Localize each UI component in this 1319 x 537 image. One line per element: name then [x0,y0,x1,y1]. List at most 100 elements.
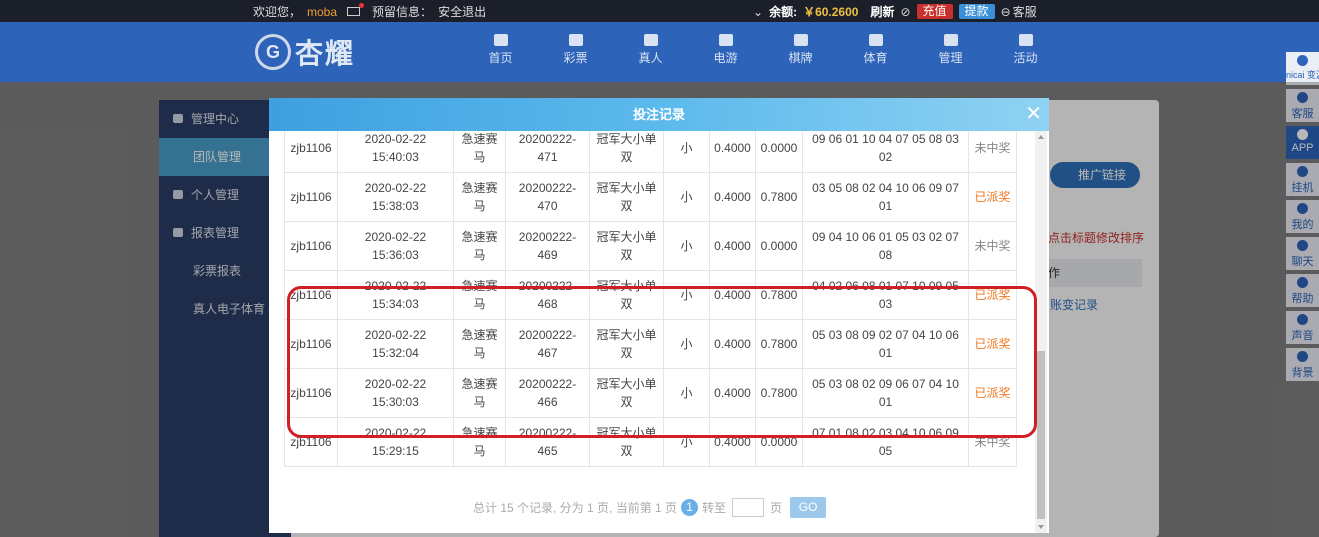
win-amount-cell-text: 0.0000 [760,239,798,253]
live-icon [643,34,658,46]
pagination-summary: 总计 15 个记录, 分为 1 页, 当前第 1 页 [473,501,678,515]
issue-cell: 20200222- 471 [505,131,590,173]
issue-cell-text: 471 [537,150,558,164]
nav-chess[interactable]: 棋牌 [763,34,838,66]
issue-cell-text: 465 [537,444,558,458]
refresh-button[interactable]: 刷新 [870,3,894,20]
play-cell-text: 冠军大小单 [596,230,657,244]
game-cell: 急速赛马 [453,131,506,173]
draw-numbers-cell-text: 09 06 01 10 04 07 05 08 03 [812,132,959,146]
modal-title-bar: 投注记录 ✕ [269,98,1049,131]
eye-off-icon[interactable]: ⊘ [900,5,910,19]
datetime-cell-text: 2020-02-22 [364,132,427,146]
close-icon[interactable]: ✕ [1025,98,1042,131]
nav-label: 体育 [863,51,888,65]
datetime-cell: 2020-02-22 15:36:03 [337,221,454,271]
logout-link[interactable]: 安全退出 [438,3,486,20]
draw-numbers-cell-text: 03 05 08 02 04 10 06 09 07 [812,181,959,195]
chess-icon [793,34,808,46]
win-amount-cell: 0.0000 [755,131,803,173]
draw-numbers-cell: 09 06 01 10 04 07 05 08 03 02 [802,131,969,173]
home-icon [493,34,508,46]
content-cell-text: 小 [680,190,693,204]
datetime-cell-text: 15:29:15 [372,444,419,458]
current-page[interactable]: 1 [681,499,699,516]
service-link[interactable]: 客服 [1013,3,1037,20]
draw-numbers-cell-text: 08 [878,248,893,262]
nav-home[interactable]: 首页 [463,34,538,66]
logo-icon: G [255,34,291,70]
main-nav: 首页 彩票 真人 电游 棋牌 体育 管理 活动 [463,34,1063,66]
status-cell: 未中奖 [968,221,1017,271]
user-cell-text: zjb1106 [290,190,332,204]
dock-item-source[interactable]: nicai 变源认 [1286,52,1319,85]
table-row: zjb1106 2020-02-22 15:36:03 急速赛马 20200222- 46… [284,221,1017,271]
win-amount-cell: 0.7800 [755,172,803,222]
nav-label: 管理 [938,51,963,65]
gift-icon [1018,34,1033,46]
game-cell: 急速赛马 [453,221,506,271]
play-cell-text: 双 [620,248,633,262]
win-amount-cell-text: 0.0000 [760,141,798,155]
table-row: zjb1106 2020-02-22 15:40:03 急速赛马 20200222- 47… [284,131,1017,173]
nav-live[interactable]: 真人 [613,34,688,66]
service-icon[interactable]: ⊖ [1001,5,1011,19]
play-cell-text: 冠军大小单 [596,181,657,195]
bet-amount-cell-text: 0.4000 [714,141,751,155]
play-cell-text: 双 [620,199,633,213]
draw-numbers-cell-text: 02 [878,150,893,164]
status-cell-text: 未中奖 [974,141,1011,155]
bet-amount-cell-text: 0.4000 [714,190,751,204]
logo-text: 杏耀 [295,38,356,69]
user-cell-text: zjb1106 [290,239,332,253]
game-cell-text: 急速赛 [461,181,498,195]
nav-manage[interactable]: 管理 [913,34,988,66]
issue-cell-text: 20200222- [518,132,577,146]
win-amount-cell: 0.0000 [755,221,803,271]
nav-slots[interactable]: 电游 [688,34,763,66]
nav-sports[interactable]: 体育 [838,34,913,66]
status-cell-text: 未中奖 [974,239,1011,253]
game-cell-text: 马 [473,199,486,213]
balance-value: ￥60.2600 [803,5,859,19]
scrollbar-thumb[interactable] [1037,351,1045,519]
go-button[interactable]: GO [790,497,827,518]
bet-amount-cell: 0.4000 [709,172,756,222]
nav-label: 活动 [1013,51,1038,65]
user-cell-text: zjb1106 [290,141,332,155]
datetime-cell-text: 15:38:03 [372,199,419,213]
scroll-down-arrow-icon[interactable] [1038,525,1044,529]
user-cell: zjb1106 [284,172,338,222]
table-row: zjb1106 2020-02-22 15:38:03 急速赛马 20200222- 47… [284,172,1017,222]
nav-label: 棋牌 [788,51,813,65]
lottery-icon [568,34,583,46]
draw-numbers-cell-text: 09 04 10 06 01 05 03 02 07 [812,230,959,244]
page-number-input[interactable] [732,498,765,517]
datetime-cell-text: 15:40:03 [372,150,419,164]
logo[interactable]: G 杏耀 [255,28,355,76]
issue-cell-text: 20200222- [518,230,577,244]
chevron-down-icon[interactable]: ⌄ [753,5,763,19]
welcome-text: 欢迎您， [253,5,302,19]
issue-cell: 20200222- 470 [505,172,590,222]
nav-activity[interactable]: 活动 [988,34,1063,66]
content-cell-text: 小 [680,239,693,253]
datetime-cell-text: 15:36:03 [372,248,419,262]
withdraw-button[interactable]: 提款 [958,4,995,19]
datetime-cell-text: 2020-02-22 [364,181,427,195]
pagination: 总计 15 个记录, 分为 1 页, 当前第 1 页 1 转至 页 GO [473,497,827,518]
draw-numbers-cell-text: 01 [878,199,893,213]
datetime-cell-text: 2020-02-22 [364,230,427,244]
datetime-cell: 2020-02-22 15:40:03 [337,131,454,173]
scroll-up-arrow-icon[interactable] [1038,135,1044,139]
game-cell-text: 急速赛 [461,230,498,244]
highlight-annotation [287,286,1037,438]
username[interactable]: moba [307,5,337,19]
status-cell: 已派奖 [968,172,1017,222]
game-cell-text: 马 [473,248,486,262]
mail-icon[interactable] [347,3,365,16]
deposit-button[interactable]: 充值 [916,4,953,19]
nav-lottery[interactable]: 彩票 [538,34,613,66]
reserved-info-label: 预留信息： [372,5,433,19]
play-cell: 冠军大小单双 [589,172,664,222]
